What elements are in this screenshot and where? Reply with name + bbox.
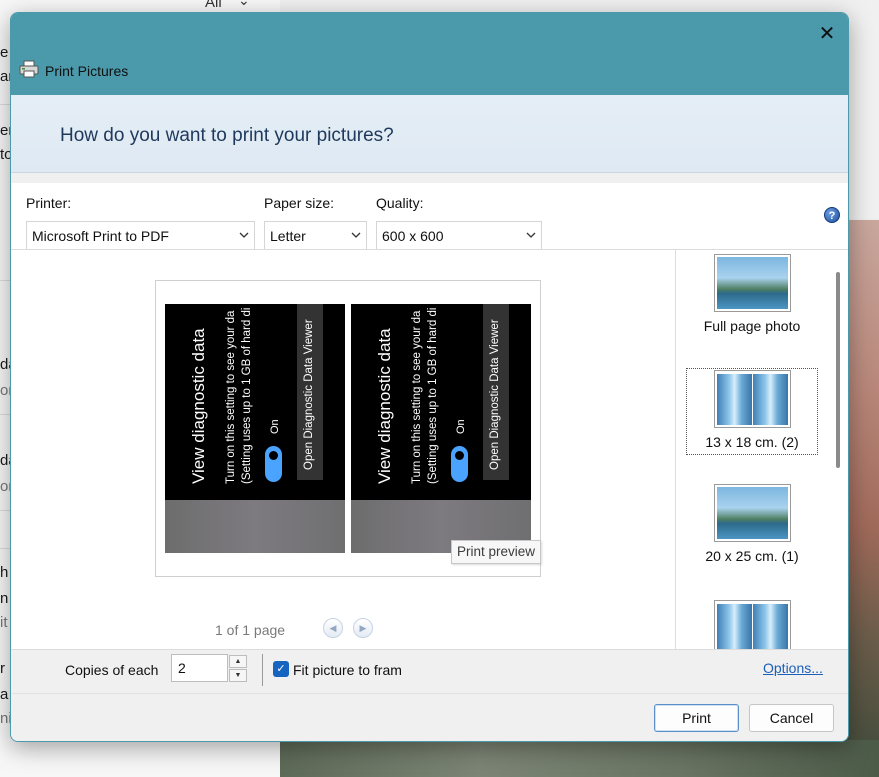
chevron-down-icon (525, 228, 537, 242)
print-button[interactable]: Print (654, 704, 739, 732)
layout-caption: 13 x 18 cm. (2) (705, 434, 799, 450)
layout-caption: Full page photo (703, 318, 801, 334)
quality-value: 600 x 600 (382, 228, 444, 244)
full-page-photo-icon (713, 254, 791, 312)
bg-text-fragment: n (0, 590, 9, 607)
printer-label: Printer: (26, 195, 72, 211)
printer-value: Microsoft Print to PDF (32, 228, 169, 244)
layout-13x18-two[interactable]: 13 x 18 cm. (2) (686, 368, 818, 455)
photo-title: View diagnostic data (375, 328, 394, 484)
toggle-switch-icon (451, 446, 468, 482)
increment-button[interactable]: ▲ (229, 655, 247, 668)
preview-photo: View diagnostic data Turn on this settin… (165, 304, 345, 553)
printer-select[interactable]: Microsoft Print to PDF (26, 221, 255, 250)
filter-value: All (205, 0, 222, 11)
chevron-down-icon (238, 228, 250, 242)
print-preview-tooltip: Print preview (451, 540, 542, 564)
close-button[interactable]: ✕ (811, 21, 843, 49)
scrollbar[interactable] (836, 272, 840, 468)
bg-text-fragment: r (0, 660, 5, 677)
dialog-footer: Print Cancel (11, 693, 848, 741)
layout-list: Full page photo 13 x 18 cm. (2) 20 x 25 … (675, 250, 848, 658)
dialog-title: Print Pictures (45, 63, 129, 79)
bg-text-fragment: e (0, 44, 9, 61)
bg-text-fragment: a (0, 686, 9, 703)
layout-caption: 20 x 25 cm. (1) (705, 548, 799, 564)
page-title: How do you want to print your pictures? (60, 125, 394, 146)
photo-shade (165, 500, 345, 553)
print-preview: View diagnostic data Turn on this settin… (155, 280, 541, 577)
single-photo-icon (713, 484, 791, 542)
print-options-row: Printer: Microsoft Print to PDF Paper si… (11, 173, 848, 250)
options-link[interactable]: Options... (763, 660, 823, 676)
toggle-label: On (455, 419, 467, 434)
previous-page-button[interactable]: ◀ (323, 618, 343, 638)
toggle-label: On (269, 419, 281, 434)
cancel-button[interactable]: Cancel (749, 704, 834, 732)
content-area: View diagnostic data Turn on this settin… (11, 249, 848, 658)
toggle-switch-icon (265, 446, 282, 482)
chevron-down-icon (350, 228, 362, 242)
photo-text-line: (Setting uses up to 1 GB of hard di (241, 307, 253, 484)
bg-text-fragment: it (0, 614, 8, 631)
layout-20x25-one[interactable]: 20 x 25 cm. (1) (686, 484, 818, 564)
help-icon[interactable]: ? (824, 207, 840, 223)
mountain-image (849, 220, 879, 777)
bg-text-fragment: h (0, 564, 9, 581)
photo-button-label: Open Diagnostic Data Viewer (303, 319, 315, 470)
fit-picture-label: Fit picture to fram (293, 662, 402, 678)
page-count: 1 of 1 page (215, 622, 286, 638)
photo-title: View diagnostic data (189, 328, 208, 484)
two-photo-icon (713, 370, 791, 428)
bottom-options-bar: Copies of each ▲ ▼ ✓ Fit picture to fram… (11, 649, 848, 693)
photo-text-line: (Setting uses up to 1 GB of hard di (427, 307, 439, 484)
paper-size-label: Paper size: (264, 195, 335, 211)
photo-text-line: Turn on this setting to see your da (411, 310, 423, 484)
paper-size-select[interactable]: Letter (264, 221, 367, 250)
next-page-button[interactable]: ▶ (353, 618, 373, 638)
quality-label: Quality: (376, 195, 424, 211)
title-bar: Print Pictures ✕ (11, 13, 848, 95)
quality-select[interactable]: 600 x 600 (376, 221, 542, 250)
photo-text-line: Turn on this setting to see your da (225, 310, 237, 484)
divider (262, 654, 263, 686)
printer-icon (19, 60, 39, 78)
copies-label: Copies of each (65, 662, 159, 678)
header-band: How do you want to print your pictures? (11, 95, 848, 173)
preview-photo: View diagnostic data Turn on this settin… (351, 304, 531, 553)
paper-size-value: Letter (270, 228, 306, 244)
fit-picture-checkbox[interactable]: ✓ (273, 661, 289, 677)
decrement-button[interactable]: ▼ (229, 669, 247, 682)
ground-image (280, 740, 879, 777)
chevron-down-icon: ⌄ (238, 0, 250, 8)
layout-full-page-photo[interactable]: Full page photo (686, 254, 818, 334)
print-pictures-dialog: Print Pictures ✕ How do you want to prin… (10, 12, 849, 742)
photo-button-label: Open Diagnostic Data Viewer (489, 319, 501, 470)
copies-input[interactable] (171, 654, 228, 682)
